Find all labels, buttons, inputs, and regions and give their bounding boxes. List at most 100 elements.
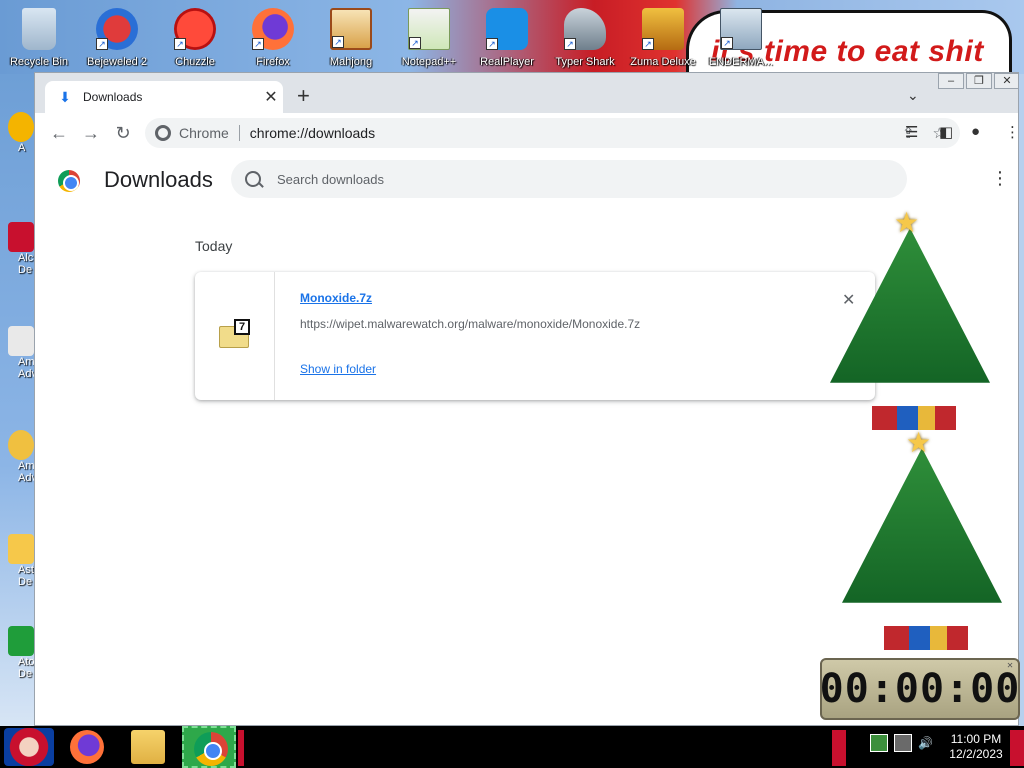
shortcut-arrow-icon: ↗ — [486, 38, 498, 50]
browser-toolbar: ← → ↻ Chrome chrome://downloads ⇪ ☆ ☰ ◧ … — [35, 113, 1018, 153]
desktop-icon-enderman[interactable]: ↗ ENDERMA... — [702, 2, 780, 74]
reading-list-icon[interactable]: ☰ — [905, 123, 918, 141]
tab-search-button[interactable]: ⌄ — [907, 87, 919, 104]
side-panel-icon[interactable]: ◧ — [939, 123, 953, 141]
zuma-deluxe-icon: ↗ — [642, 8, 684, 50]
file-icon-column: 7 — [195, 272, 275, 400]
desktop-icon-chuzzle[interactable]: ↗ Chuzzle — [156, 2, 234, 74]
shortcut-arrow-icon: ↗ — [96, 38, 108, 50]
tab-strip: ⬇ Downloads ✕ + ⌄ – ❐ ✕ — [35, 73, 1018, 113]
desktop-icon-left-2[interactable]: Alc De — [8, 222, 34, 276]
timer-close-icon[interactable]: ✕ — [1007, 660, 1014, 671]
timer-widget[interactable]: 00:00:00 ✕ — [820, 658, 1020, 720]
clock-date: 12/2/2023 — [949, 747, 1003, 761]
download-source-url: https://wipet.malwarewatch.org/malware/m… — [300, 317, 641, 331]
reload-button[interactable]: ↻ — [111, 123, 135, 143]
site-label: Chrome — [179, 125, 229, 141]
taskbar-clock[interactable]: 11:00 PM 12/2/2023 — [944, 732, 1008, 762]
system-tray: 🔊 — [870, 734, 933, 752]
desktop-icon-label: A — [18, 142, 26, 154]
show-desktop-button[interactable] — [1010, 730, 1024, 766]
chrome-logo-icon — [58, 170, 80, 192]
page-title: Downloads — [104, 167, 213, 192]
desktop-icon-typer-shark[interactable]: ↗ Typer Shark — [546, 2, 624, 74]
desktop-icon-zuma-deluxe[interactable]: ↗ Zuma Deluxe — [624, 2, 702, 74]
chrome-taskbar-button[interactable] — [182, 726, 236, 768]
date-header: Today — [195, 238, 233, 254]
desktop-icon-label: Am Adv — [18, 460, 37, 484]
desktop-icon-label: Bejeweled 2 — [87, 56, 147, 68]
desktop-icon-notepadpp[interactable]: ↗ Notepad++ — [390, 2, 468, 74]
download-item: 7 Monoxide.7z https://wipet.malwarewatch… — [195, 272, 875, 400]
new-tab-button[interactable]: + — [297, 85, 310, 107]
desktop-icon-bejeweled[interactable]: ↗ Bejeweled 2 — [78, 2, 156, 74]
address-bar[interactable]: Chrome chrome://downloads ⇪ ☆ — [145, 118, 960, 148]
address-separator — [238, 125, 240, 141]
star-icon: ★ — [894, 207, 920, 238]
chuzzle-icon: ↗ — [174, 8, 216, 50]
realplayer-icon: ↗ — [486, 8, 528, 50]
tab-close-icon[interactable]: ✕ — [259, 87, 283, 107]
star-icon: ★ — [906, 427, 932, 458]
search-box[interactable] — [231, 160, 907, 198]
desktop-icon-label: ENDERMA... — [708, 56, 774, 68]
app-icon — [8, 112, 34, 142]
tree-foliage — [830, 228, 990, 383]
7z-archive-icon: 7 — [219, 319, 250, 348]
gifts-icon — [884, 626, 968, 650]
7z-badge: 7 — [234, 319, 250, 335]
desktop-icon-label: Am Adv — [18, 356, 37, 380]
desktop-icon-left-5[interactable]: Ast De — [8, 534, 34, 588]
firefox-taskbar-icon[interactable] — [70, 730, 104, 764]
desktop-icon-label: Chuzzle — [175, 56, 215, 68]
shortcut-arrow-icon: ↗ — [721, 37, 733, 49]
desktop-icon-left-3[interactable]: Am Adv — [8, 326, 37, 380]
start-button[interactable] — [4, 728, 54, 766]
taskbar: 🔊 11:00 PM 12/2/2023 — [0, 726, 1024, 768]
desktop-icon-left-1[interactable]: A — [8, 112, 34, 162]
tab-downloads[interactable]: ⬇ Downloads ✕ — [45, 81, 283, 113]
clock-time: 11:00 PM — [950, 732, 1002, 746]
chrome-site-icon — [155, 125, 171, 141]
firefox-icon: ↗ — [252, 8, 294, 50]
flag-tray-icon[interactable] — [870, 734, 888, 752]
recycle-bin-icon — [22, 8, 56, 50]
close-window-button[interactable]: ✕ — [994, 73, 1018, 89]
show-in-folder-link[interactable]: Show in folder — [300, 362, 376, 376]
christmas-tree-overlay: ★ — [820, 427, 1020, 660]
timer-display: 00:00:00 — [819, 666, 1021, 712]
download-filename-link[interactable]: Monoxide.7z — [300, 291, 372, 305]
desktop-icon-recycle-bin[interactable]: Recycle Bin — [0, 2, 78, 74]
volume-icon[interactable]: 🔊 — [918, 736, 933, 750]
enderman-window-icon: ↗ — [720, 8, 762, 50]
shortcut-arrow-icon: ↗ — [174, 38, 186, 50]
desktop-icon-mahjong[interactable]: ↗ Mahjong — [312, 2, 390, 74]
app-icon — [8, 222, 34, 252]
shortcut-arrow-icon: ↗ — [409, 37, 421, 49]
url-text: chrome://downloads — [249, 125, 376, 141]
network-tray-icon[interactable] — [894, 734, 912, 752]
file-explorer-taskbar-icon[interactable] — [131, 730, 165, 764]
taskbar-marker — [832, 730, 846, 766]
minimize-button[interactable]: – — [938, 73, 964, 89]
app-icon — [8, 626, 34, 656]
app-icon — [8, 534, 34, 564]
search-icon — [245, 171, 261, 187]
shortcut-arrow-icon: ↗ — [252, 38, 264, 50]
chrome-menu-icon[interactable]: ⋮ — [1005, 123, 1018, 141]
desktop-icon-realplayer[interactable]: ↗ RealPlayer — [468, 2, 546, 74]
desktop-icon-label: Zuma Deluxe — [630, 56, 696, 68]
forward-button[interactable]: → — [79, 123, 103, 143]
back-button[interactable]: ← — [47, 123, 71, 143]
desktop-icon-label: Alc De — [18, 252, 34, 276]
restore-button[interactable]: ❐ — [966, 73, 992, 89]
more-actions-icon[interactable]: ⋮ — [991, 169, 1009, 187]
profile-avatar-icon[interactable]: ● — [971, 123, 980, 140]
desktop-icon-firefox[interactable]: ↗ Firefox — [234, 2, 312, 74]
download-icon: ⬇ — [59, 88, 71, 105]
search-input[interactable] — [277, 171, 837, 187]
desktop-icon-left-6[interactable]: Ato De — [8, 626, 35, 680]
desktop-icon-label: Firefox — [256, 56, 290, 68]
desktop-icon-label: Mahjong — [329, 56, 373, 68]
desktop-icon-left-4[interactable]: Am Adv — [8, 430, 37, 484]
